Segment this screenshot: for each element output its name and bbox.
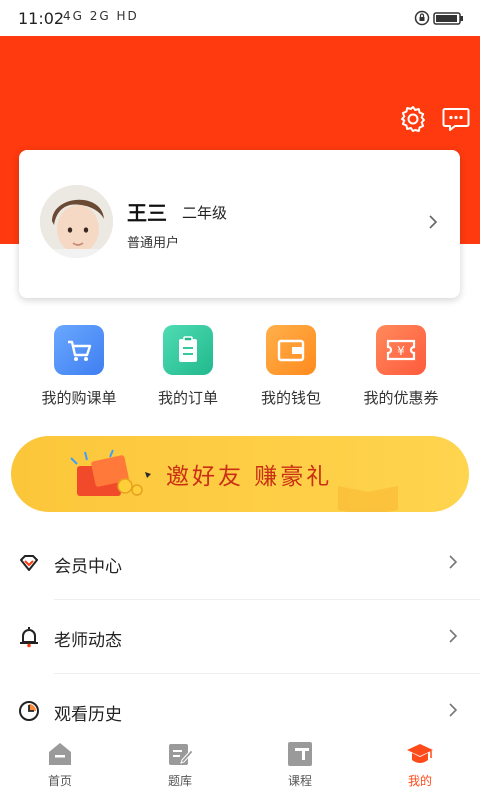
- avatar[interactable]: [40, 185, 113, 258]
- clock-icon: [19, 701, 39, 721]
- chat-bubble-icon: [442, 108, 470, 131]
- menu-item-vip-center[interactable]: 会员中心: [0, 526, 480, 600]
- graduation-cap-icon: [406, 740, 434, 768]
- quick-action-orders[interactable]: 我的订单: [133, 325, 243, 408]
- battery-icon: [414, 10, 463, 26]
- bell-icon: [20, 627, 38, 648]
- chevron-right-icon: [449, 555, 458, 569]
- book-decoration-icon: [338, 486, 398, 512]
- gift-envelope-icon: [70, 449, 151, 496]
- menu-item-label: 观看历史: [54, 705, 122, 725]
- chevron-right-icon: [449, 629, 458, 643]
- user-type: 普通用户: [127, 236, 180, 251]
- menu-item-teacher-updates[interactable]: 老师动态: [0, 600, 480, 674]
- tab-home[interactable]: 首页: [0, 740, 120, 789]
- quick-action-cart[interactable]: 我的购课单: [24, 325, 134, 408]
- vip-diamond-icon: [20, 555, 38, 571]
- tab-label: 首页: [47, 774, 72, 788]
- svg-text:¥: ¥: [397, 344, 405, 358]
- wallet-icon: [266, 325, 316, 375]
- status-signals: 4G 2G HD: [63, 9, 139, 23]
- clipboard-icon: [163, 325, 213, 375]
- cart-icon: [54, 325, 104, 375]
- settings-button[interactable]: [398, 104, 428, 134]
- message-button[interactable]: [441, 104, 471, 134]
- gear-icon: [401, 106, 425, 132]
- status-time: 11:02: [18, 9, 65, 28]
- profile-card[interactable]: 王三 二年级 普通用户: [19, 150, 460, 298]
- tab-courses[interactable]: 课程: [240, 740, 360, 789]
- coupon-icon: ¥: [376, 325, 426, 375]
- tab-label: 我的: [407, 774, 432, 788]
- status-bar: 11:02 4G 2G HD: [0, 0, 480, 36]
- home-icon: [46, 740, 74, 768]
- avatar-image: [40, 185, 113, 258]
- banner-text: 邀好友 赚豪礼: [166, 464, 333, 490]
- invite-banner[interactable]: 邀好友 赚豪礼: [11, 436, 469, 512]
- quick-action-label: 我的购课单: [41, 389, 117, 407]
- menu-item-label: 会员中心: [54, 557, 122, 577]
- course-icon: [286, 740, 314, 768]
- user-name: 王三: [127, 201, 167, 225]
- edit-doc-icon: [166, 740, 194, 768]
- tab-question-bank[interactable]: 题库: [120, 740, 240, 789]
- menu-item-label: 老师动态: [54, 631, 122, 651]
- quick-action-label: 我的订单: [157, 389, 218, 407]
- chevron-right-icon[interactable]: [428, 214, 438, 234]
- quick-action-label: 我的优惠券: [363, 389, 439, 407]
- chevron-right-icon: [449, 703, 458, 717]
- bottom-tab-bar: 首页 题库 课程 我的: [0, 736, 480, 800]
- quick-action-coupons[interactable]: ¥ 我的优惠券: [346, 325, 456, 408]
- tab-label: 课程: [287, 774, 312, 788]
- user-grade: 二年级: [182, 204, 228, 222]
- tab-label: 题库: [167, 774, 192, 788]
- quick-action-label: 我的钱包: [260, 389, 321, 407]
- tab-mine[interactable]: 我的: [360, 740, 480, 789]
- status-right: [414, 10, 466, 30]
- quick-action-wallet[interactable]: 我的钱包: [236, 325, 346, 408]
